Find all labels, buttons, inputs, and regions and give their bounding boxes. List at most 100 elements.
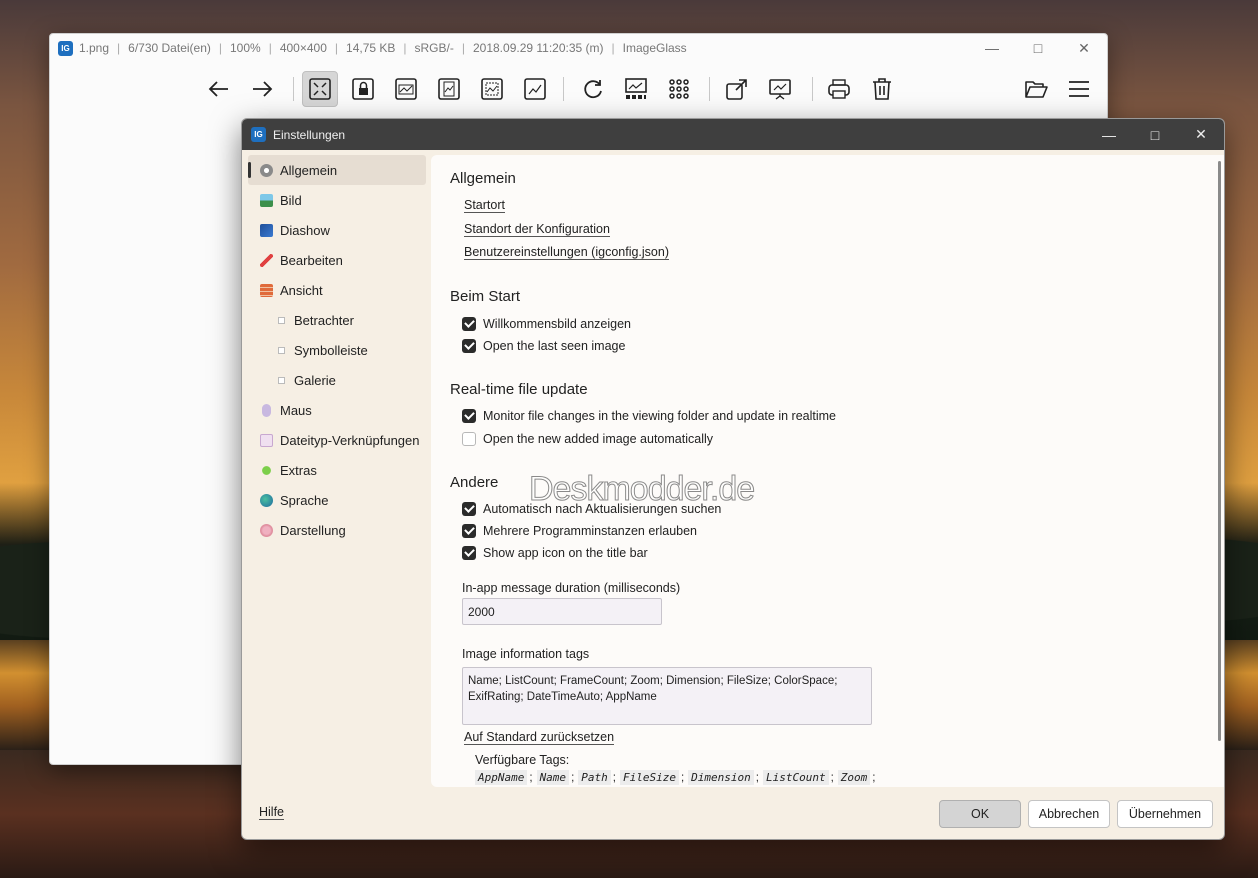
checkbox-label: Automatisch nach Aktualisierungen suchen — [483, 502, 722, 516]
gallery-button[interactable] — [618, 71, 654, 107]
reset-default-link[interactable]: Auf Standard zurücksetzen — [464, 730, 615, 745]
checkbox-auto-update[interactable]: Automatisch nach Aktualisierungen suchen — [462, 502, 721, 516]
sidebar-item-galerie[interactable]: Galerie — [248, 365, 426, 395]
sidebar-item-ansicht[interactable]: Ansicht — [248, 275, 426, 305]
tag-chip: ListCount — [762, 770, 829, 785]
dialog-minimize-button[interactable]: — — [1086, 119, 1132, 150]
sidebar-item-diashow[interactable]: Diashow — [248, 215, 426, 245]
link-user-config[interactable]: Benutzereinstellungen (igconfig.json) — [464, 245, 669, 260]
grid-icon — [669, 79, 689, 99]
delete-button[interactable] — [864, 71, 900, 107]
open-file-button[interactable] — [1018, 71, 1054, 107]
sidebar-item-dateityp[interactable]: Dateityp-Verknüpfungen — [248, 425, 426, 455]
checkbox-checked[interactable] — [462, 546, 476, 560]
title-file-size: 14,75 KB — [346, 41, 396, 55]
sidebar-item-label: Sprache — [280, 492, 329, 508]
close-button[interactable]: ✕ — [1061, 34, 1107, 62]
checkbox-app-icon-titlebar[interactable]: Show app icon on the title bar — [462, 546, 648, 560]
previous-image-button[interactable] — [201, 71, 237, 107]
sidebar-item-bearbeiten[interactable]: Bearbeiten — [248, 245, 426, 275]
trash-icon — [873, 78, 891, 100]
scale-to-width-button[interactable] — [388, 71, 424, 107]
tag-chip: AppName — [475, 770, 528, 785]
dialog-titlebar: IG Einstellungen — □ ✕ — [242, 119, 1224, 150]
duration-label: In-app message duration (milliseconds) — [462, 581, 681, 595]
tag-chip: Path — [578, 770, 611, 785]
maximize-button[interactable]: □ — [1015, 34, 1061, 62]
fullscreen-button[interactable] — [719, 71, 755, 107]
hamburger-menu-icon — [1069, 81, 1089, 97]
checkbox-open-new-image[interactable]: Open the new added image automatically — [462, 432, 713, 446]
refresh-button[interactable] — [575, 71, 611, 107]
sidebar-item-betrachter[interactable]: Betrachter — [248, 305, 426, 335]
sidebar-item-label: Bearbeiten — [280, 252, 343, 268]
scale-to-height-button[interactable] — [431, 71, 467, 107]
brain-icon — [260, 523, 273, 537]
title-dimension: 400×400 — [279, 41, 327, 55]
checkbox-unchecked[interactable] — [462, 432, 476, 446]
sidebar-item-maus[interactable]: Maus — [248, 395, 426, 425]
slideshow-button[interactable] — [762, 71, 798, 107]
print-button[interactable] — [821, 71, 857, 107]
cancel-button[interactable]: Abbrechen — [1028, 800, 1110, 828]
section-title-andere: Andere — [450, 474, 499, 491]
checkbox-checked[interactable] — [462, 524, 476, 538]
sidebar-item-label: Extras — [280, 462, 317, 478]
globe-icon — [260, 493, 273, 507]
checkbox-open-last-image[interactable]: Open the last seen image — [462, 339, 625, 353]
checkbox-monitor-changes[interactable]: Monitor file changes in the viewing fold… — [462, 409, 836, 423]
sidebar-item-symbolleiste[interactable]: Symbolleiste — [248, 335, 426, 365]
thumbnail-grid-button[interactable] — [661, 71, 697, 107]
help-link[interactable]: Hilfe — [259, 805, 285, 820]
dialog-close-button[interactable]: ✕ — [1178, 119, 1224, 150]
next-image-button[interactable] — [244, 71, 280, 107]
lock-zoom-icon — [352, 78, 374, 100]
tags-text-line: Name; ListCount; FrameCount; Zoom; Dimen… — [468, 675, 838, 687]
checkbox-checked[interactable] — [462, 502, 476, 516]
tags-label: Image information tags — [462, 647, 590, 661]
dialog-maximize-button[interactable]: □ — [1132, 119, 1178, 150]
main-menu-button[interactable] — [1061, 71, 1097, 107]
title-datetime: 2018.09.29 11:20:35 (m) — [472, 41, 604, 55]
content-scrollbar[interactable] — [1218, 161, 1221, 741]
tags-textarea[interactable]: Name; ListCount; FrameCount; Zoom; Dimen… — [462, 667, 872, 725]
checkbox-checked[interactable] — [462, 339, 476, 353]
duration-input[interactable]: 2000 — [462, 598, 662, 625]
folder-open-icon — [1025, 81, 1048, 98]
section-title-beim-start: Beim Start — [450, 288, 521, 305]
dialog-title: Einstellungen — [273, 127, 346, 142]
checkbox-label: Open the new added image automatically — [483, 432, 714, 446]
sidebar-item-label: Betrachter — [294, 312, 354, 328]
link-startort[interactable]: Startort — [464, 198, 505, 213]
checkbox-checked[interactable] — [462, 409, 476, 423]
arrow-left-icon — [208, 81, 228, 97]
sidebar-item-darstellung[interactable]: Darstellung — [248, 515, 426, 545]
lock-zoom-button[interactable] — [345, 71, 381, 107]
sidebar-item-label: Maus — [280, 402, 312, 418]
sidebar-item-allgemein[interactable]: Allgemein — [248, 155, 426, 185]
app-logo-icon: IG — [58, 40, 73, 56]
sidebar-item-sprache[interactable]: Sprache — [248, 485, 426, 515]
auto-zoom-button[interactable] — [302, 71, 338, 107]
sidebar-item-label: Ansicht — [280, 282, 323, 298]
printer-icon — [828, 79, 850, 99]
sidebar-item-label: Symbolleiste — [294, 342, 368, 358]
minimize-button[interactable]: — — [969, 34, 1015, 62]
title-filename: 1.png — [79, 41, 110, 55]
sidebar-item-label: Diashow — [280, 222, 330, 238]
available-tags-list: AppName; Name; Path; FileSize; Dimension… — [475, 770, 879, 785]
sidebar-item-bild[interactable]: Bild — [248, 185, 426, 215]
checkbox-checked[interactable] — [462, 317, 476, 331]
slideshow-icon — [260, 223, 273, 237]
checkbox-multi-instance[interactable]: Mehrere Programminstanzen erlauben — [462, 524, 697, 538]
scale-to-fill-button[interactable] — [517, 71, 553, 107]
link-config-location[interactable]: Standort der Konfiguration — [464, 222, 610, 237]
checkbox-welcome-image[interactable]: Willkommensbild anzeigen — [462, 317, 631, 331]
ok-button[interactable]: OK — [939, 800, 1021, 828]
apply-button[interactable]: Übernehmen — [1117, 800, 1213, 828]
section-title-allgemein: Allgemein — [450, 170, 516, 187]
scale-to-fit-button[interactable] — [474, 71, 510, 107]
sidebar-item-extras[interactable]: Extras — [248, 455, 426, 485]
title-app-name: ImageGlass — [622, 41, 687, 55]
scale-to-fit-icon — [481, 78, 503, 100]
